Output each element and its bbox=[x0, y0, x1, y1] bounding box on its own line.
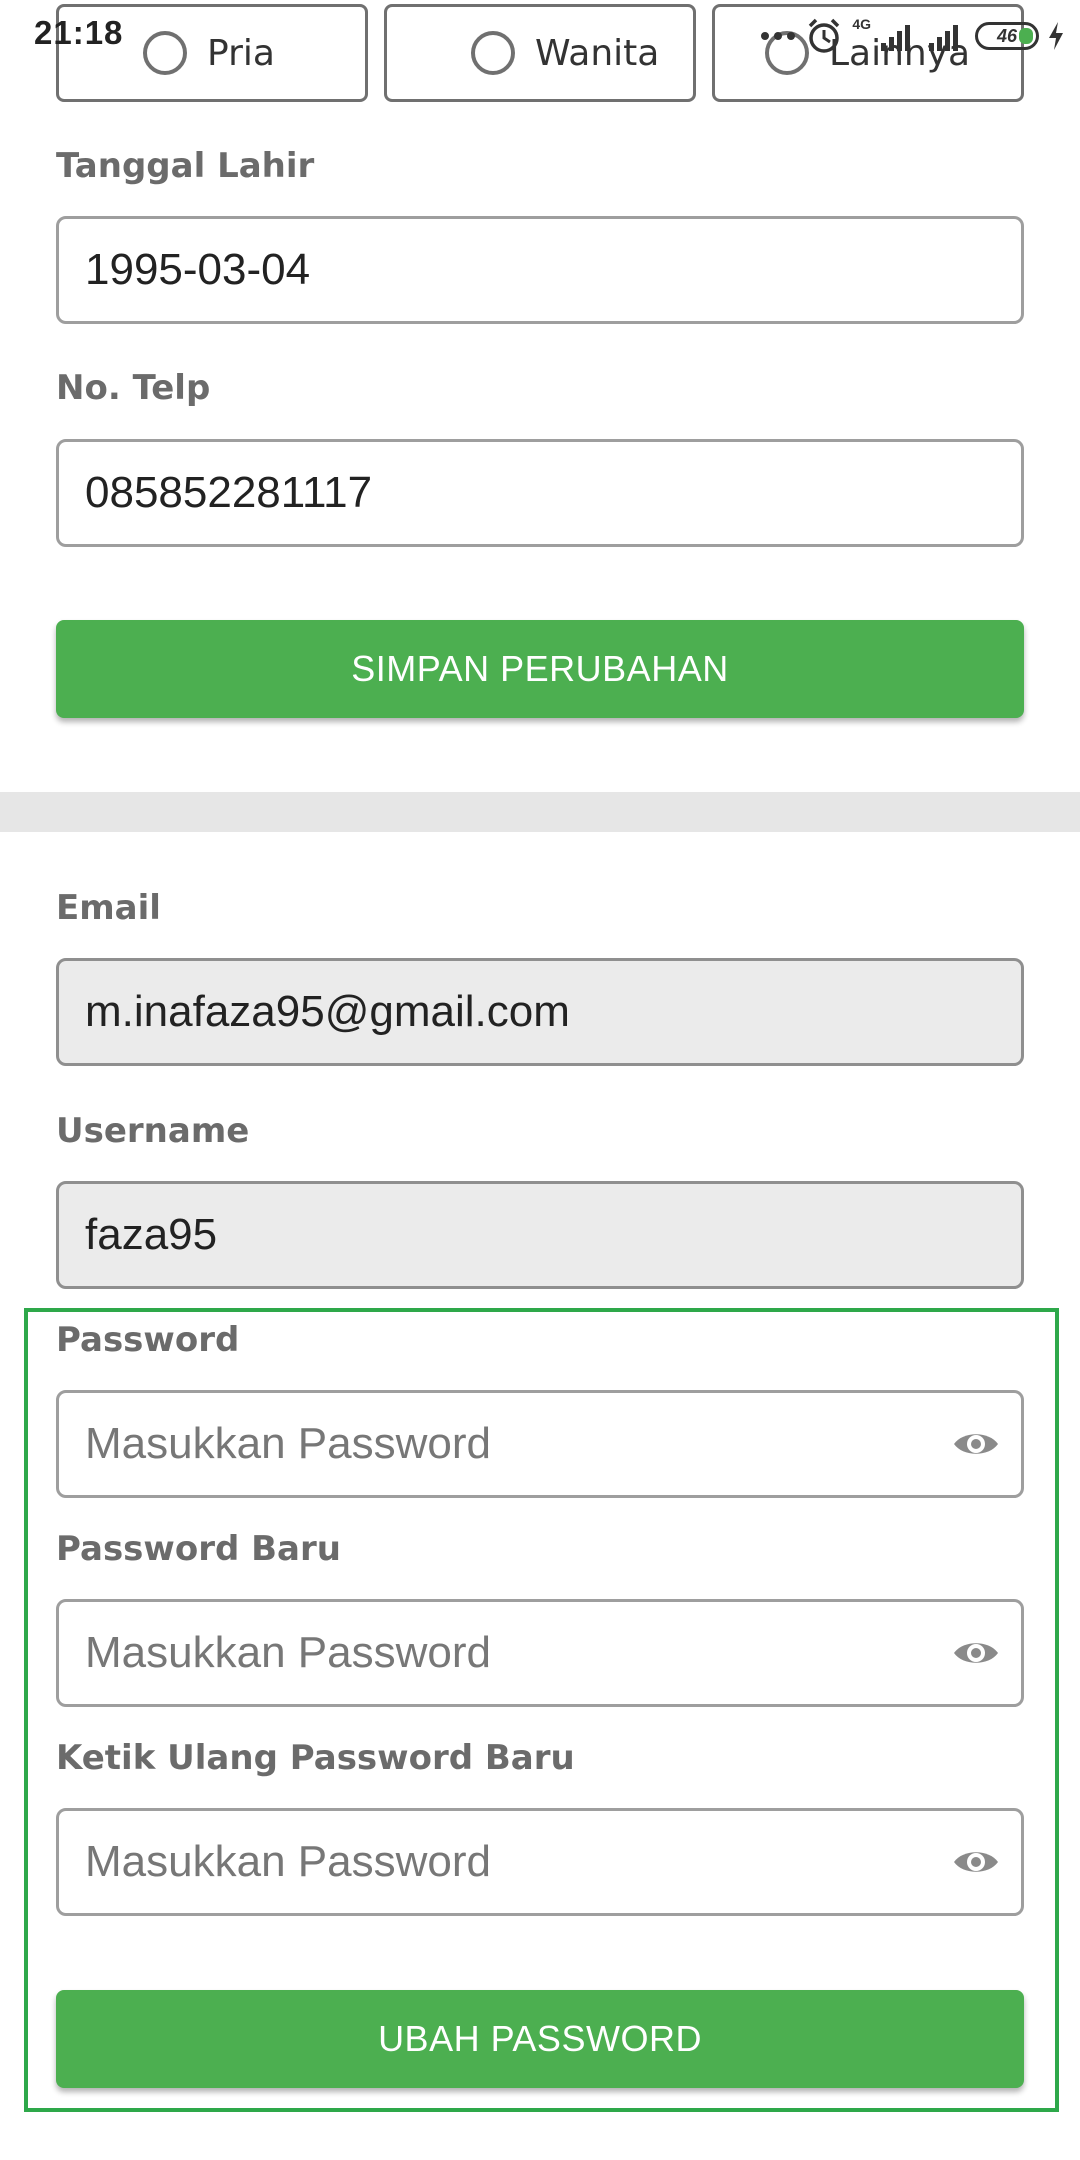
status-icons: 4G 46 bbox=[720, 14, 1065, 58]
username-value: faza95 bbox=[85, 1210, 218, 1259]
confirm-password-label: Ketik Ulang Password Baru bbox=[56, 1738, 575, 1778]
email-value: m.inafaza95@gmail.com bbox=[85, 987, 570, 1036]
charging-icon bbox=[1049, 22, 1063, 50]
email-label: Email bbox=[56, 888, 161, 928]
birthdate-label: Tanggal Lahir bbox=[56, 146, 315, 186]
eye-icon[interactable] bbox=[951, 1419, 1001, 1469]
current-password-field[interactable]: Masukkan Password bbox=[56, 1390, 1024, 1498]
gender-option-label: Pria bbox=[207, 32, 275, 74]
username-field: faza95 bbox=[56, 1181, 1024, 1289]
confirm-password-field[interactable]: Masukkan Password bbox=[56, 1808, 1024, 1916]
username-label: Username bbox=[56, 1111, 250, 1151]
new-password-placeholder: Masukkan Password bbox=[85, 1628, 491, 1677]
radio-unchecked-icon bbox=[471, 31, 515, 75]
email-field: m.inafaza95@gmail.com bbox=[56, 958, 1024, 1066]
eye-icon[interactable] bbox=[951, 1628, 1001, 1678]
eye-icon[interactable] bbox=[951, 1837, 1001, 1887]
more-dots-icon bbox=[761, 32, 796, 40]
alarm-icon bbox=[809, 18, 840, 53]
phone-field[interactable]: 085852281117 bbox=[56, 439, 1024, 547]
phone-value: 085852281117 bbox=[85, 468, 373, 517]
current-password-placeholder: Masukkan Password bbox=[85, 1419, 491, 1468]
birthdate-value: 1995-03-04 bbox=[85, 245, 311, 294]
network-type: 4G bbox=[852, 16, 871, 32]
section-divider bbox=[0, 792, 1080, 832]
confirm-password-placeholder: Masukkan Password bbox=[85, 1837, 491, 1886]
battery-icon: 46 bbox=[975, 22, 1039, 50]
signal-icon-2 bbox=[929, 25, 958, 51]
battery-level: 46 bbox=[996, 25, 1018, 46]
radio-unchecked-icon bbox=[143, 31, 187, 75]
birthdate-field[interactable]: 1995-03-04 bbox=[56, 216, 1024, 324]
change-password-button[interactable]: UBAH PASSWORD bbox=[56, 1990, 1024, 2088]
save-changes-button[interactable]: SIMPAN PERUBAHAN bbox=[56, 620, 1024, 718]
signal-icon bbox=[881, 25, 910, 51]
gender-option-wanita[interactable]: Wanita bbox=[384, 4, 696, 102]
current-password-label: Password bbox=[56, 1320, 240, 1360]
new-password-label: Password Baru bbox=[56, 1529, 341, 1569]
phone-label: No. Telp bbox=[56, 368, 211, 408]
status-time: 21:18 bbox=[34, 14, 124, 51]
gender-option-label: Wanita bbox=[535, 32, 660, 74]
new-password-field[interactable]: Masukkan Password bbox=[56, 1599, 1024, 1707]
